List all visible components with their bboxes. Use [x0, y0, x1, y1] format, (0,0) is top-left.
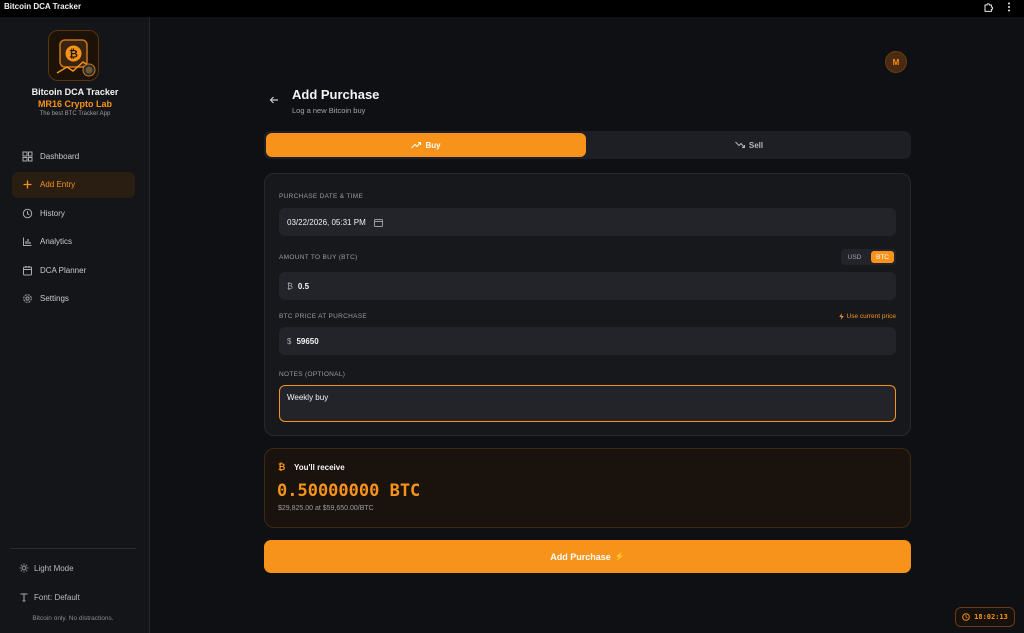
- buy-tab[interactable]: Buy: [266, 133, 586, 157]
- amount-input[interactable]: ₿ 0.5: [279, 272, 896, 300]
- page-subtitle: Log a new Bitcoin buy: [292, 106, 366, 115]
- price-value: 59650: [296, 336, 319, 346]
- plus-icon: [23, 180, 32, 189]
- clock-icon: [962, 613, 970, 621]
- extension-icon[interactable]: [982, 0, 996, 14]
- font-selector[interactable]: Font: Default: [19, 592, 80, 602]
- sidebar-item-history[interactable]: History: [12, 200, 135, 226]
- type-icon: [20, 593, 28, 602]
- dollar-symbol: $: [287, 336, 292, 346]
- window-title: Bitcoin DCA Tracker: [4, 2, 82, 11]
- date-time-input[interactable]: 03/22/2026, 05:31 PM: [279, 208, 896, 236]
- gear-icon: [23, 294, 32, 303]
- notes-label: NOTES (OPTIONAL): [279, 371, 346, 378]
- trending-up-icon: [411, 142, 422, 149]
- lightning-icon: [838, 313, 844, 320]
- price-input[interactable]: $ 59650: [279, 327, 896, 355]
- calendar-icon[interactable]: [373, 218, 383, 227]
- back-arrow-icon[interactable]: [268, 94, 280, 106]
- unit-usd-button[interactable]: USD: [843, 251, 866, 263]
- lab-name: MR16 Crypto Lab: [37, 99, 112, 109]
- price-label: BTC PRICE AT PURCHASE: [279, 313, 368, 320]
- clock-badge: 18:02:13: [955, 607, 1015, 627]
- page-title: Add Purchase: [292, 87, 380, 102]
- app-logo: ₿: [48, 30, 99, 81]
- transaction-type-toggle: Buy Sell: [264, 131, 911, 159]
- receive-detail: $29,825.00 at $59,650.00/BTC: [278, 505, 374, 512]
- receive-heading: ₿ You'll receive: [278, 462, 345, 472]
- sidebar: ₿ Bitcoin DCA Tracker MR16 Crypto Lab Th…: [0, 17, 150, 633]
- font-label: Font: Default: [34, 592, 80, 602]
- purchase-form: PURCHASE DATE & TIME 03/22/2026, 05:31 P…: [264, 173, 911, 436]
- more-vert-icon[interactable]: [1002, 0, 1016, 14]
- sidebar-item-label: History: [40, 208, 65, 218]
- amount-value: 0.5: [297, 281, 310, 291]
- sidebar-item-settings[interactable]: Settings: [12, 286, 135, 312]
- bar-chart-icon: [23, 237, 32, 246]
- calendar-icon: [23, 265, 32, 275]
- use-current-price-link[interactable]: Use current price: [838, 313, 897, 320]
- sidebar-nav: Dashboard Add Entry History Analytics DC…: [12, 143, 135, 314]
- buy-label: Buy: [425, 140, 441, 150]
- sun-icon: [19, 563, 29, 573]
- history-icon: [22, 208, 33, 218]
- unit-toggle: USD BTC: [841, 249, 896, 265]
- tagline: The best BTC Tracker App: [39, 111, 111, 117]
- sidebar-item-analytics[interactable]: Analytics: [12, 229, 135, 255]
- clock-time: 18:02:13: [974, 613, 1008, 621]
- sidebar-item-dashboard[interactable]: Dashboard: [12, 143, 135, 169]
- light-mode-label: Light Mode: [34, 563, 74, 573]
- sidebar-item-add-entry[interactable]: Add Entry: [12, 171, 135, 198]
- window-titlebar: Bitcoin DCA Tracker: [0, 0, 1024, 17]
- unit-btc-button[interactable]: BTC: [871, 251, 894, 263]
- bitcoin-icon: ₿: [278, 462, 286, 472]
- bitcoin-symbol-icon: ₿: [287, 281, 293, 291]
- add-purchase-label: Add Purchase: [550, 551, 611, 562]
- amount-label: AMOUNT TO BUY (BTC): [279, 254, 358, 261]
- sidebar-item-label: Add Entry: [40, 180, 76, 189]
- use-current-price-label: Use current price: [846, 313, 897, 320]
- svg-text:₿: ₿: [69, 48, 78, 61]
- sidebar-item-label: DCA Planner: [40, 265, 87, 275]
- lightning-icon: ⚡: [614, 552, 625, 561]
- light-mode-toggle[interactable]: Light Mode: [19, 563, 74, 573]
- app-name: Bitcoin DCA Tracker: [31, 87, 119, 97]
- receive-heading-label: You'll receive: [294, 462, 345, 472]
- sell-label: Sell: [748, 140, 764, 150]
- receive-amount: 0.50000000 BTC: [277, 481, 421, 501]
- dashboard-icon: [22, 151, 33, 161]
- date-value: 03/22/2026, 05:31 PM: [287, 217, 366, 227]
- sidebar-item-dca-planner[interactable]: DCA Planner: [12, 257, 135, 283]
- sidebar-item-label: Analytics: [40, 237, 73, 246]
- receive-summary: ₿ You'll receive 0.50000000 BTC $29,825.…: [264, 448, 911, 528]
- sidebar-item-label: Dashboard: [40, 151, 80, 161]
- date-label: PURCHASE DATE & TIME: [279, 193, 364, 200]
- sidebar-divider: [10, 548, 136, 549]
- trending-down-icon: [735, 141, 745, 148]
- sidebar-footer: Bitcoin only. No distractions.: [32, 615, 114, 622]
- sell-tab[interactable]: Sell: [589, 133, 909, 157]
- sidebar-item-label: Settings: [40, 294, 69, 303]
- avatar[interactable]: M: [885, 51, 907, 73]
- notes-textarea[interactable]: Weekly buy: [279, 385, 896, 422]
- add-purchase-button[interactable]: Add Purchase ⚡: [264, 540, 911, 573]
